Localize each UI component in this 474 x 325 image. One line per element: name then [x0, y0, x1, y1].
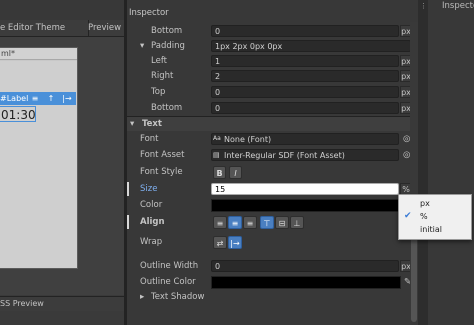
option-label: px — [420, 199, 430, 208]
row-margin-bottom: Bottom 0 px — [127, 23, 418, 39]
uxml-preview-window: ml* — [0, 47, 78, 269]
padding-right-label: Right — [151, 71, 174, 81]
font-label: Font — [140, 134, 159, 144]
text-section-header[interactable]: ▾ Text — [127, 116, 418, 131]
right-panel-edge: ⋮ — [418, 0, 428, 325]
text-shadow-label[interactable]: Text Shadow — [151, 289, 204, 305]
color-label: Color — [140, 200, 163, 210]
outline-color-label: Outline Color — [140, 277, 196, 287]
row-padding-left: Left 1 px — [127, 53, 418, 69]
row-align: Align ≡ ≡ ≡ ⊤ ⊟ ⊥ — [127, 214, 418, 230]
padding-bottom-label: Bottom — [151, 103, 183, 113]
dropdown-option-initial[interactable]: initial — [399, 223, 471, 236]
align-middle-icon[interactable]: ⊟ — [275, 216, 289, 229]
row-outline-color: Outline Color ✎ — [127, 274, 418, 290]
override-marker — [127, 215, 129, 229]
check-icon: ✔ — [404, 211, 412, 221]
chevron-right-icon[interactable]: ▸ — [140, 289, 144, 305]
wrap-label: Wrap — [140, 237, 163, 247]
outline-width-label: Outline Width — [140, 261, 199, 271]
text-section-title: Text — [142, 119, 162, 129]
row-size: Size 15 % — [127, 181, 418, 197]
row-padding-bottom: Bottom 0 px — [127, 100, 418, 116]
font-asset-icon: Aa — [213, 135, 221, 142]
row-padding: ▾ Padding 1px 2px 0px 0px — [127, 38, 418, 54]
right-panel: ⋮ Inspecto — [418, 0, 474, 325]
align-left-icon[interactable]: ≡ — [213, 216, 227, 229]
row-outline-width: Outline Width 0 px — [127, 258, 418, 274]
dropdown-option-px[interactable]: px — [399, 197, 471, 210]
font-file-icon: ▤ — [213, 151, 220, 159]
left-tab-bar: e Editor Theme Preview — [0, 20, 124, 37]
size-field[interactable]: 15 — [211, 183, 399, 195]
outline-width-field[interactable]: 0 — [211, 260, 399, 272]
padding-bottom-field[interactable]: 0 — [211, 102, 399, 114]
padding-left-label: Left — [151, 56, 167, 66]
option-label: % — [420, 212, 428, 221]
inspector-panel: Inspector Bottom 0 px ▾ Padding 1px 2px … — [127, 0, 418, 325]
size-label: Size — [140, 184, 158, 194]
align-bottom-icon[interactable]: ⊥ — [290, 216, 304, 229]
unit-dropdown-menu: px ✔ % initial — [398, 194, 472, 240]
font-asset-field[interactable]: Inter-Regular SDF (Font Asset) — [211, 149, 399, 161]
padding-right-field[interactable]: 2 — [211, 70, 399, 82]
italic-button[interactable]: I — [229, 166, 242, 179]
uss-preview-label[interactable]: SS Preview — [0, 297, 44, 311]
padding-field[interactable]: 1px 2px 0px 0px — [211, 40, 411, 52]
row-font-style: Font Style B I — [127, 164, 418, 180]
inspector-scrollbar[interactable] — [410, 22, 418, 325]
align-label: Align — [140, 217, 165, 227]
outline-color-swatch[interactable] — [211, 276, 401, 289]
margin-bottom-field[interactable]: 0 — [211, 25, 399, 37]
align-lines-icon[interactable]: ≡ — [28, 93, 42, 104]
dropdown-option-percent[interactable]: ✔ % — [399, 210, 471, 223]
wrap-icon[interactable]: ⇄ — [213, 236, 227, 249]
row-wrap: Wrap ⇄ |→ — [127, 234, 418, 250]
padding-label: Padding — [151, 41, 185, 51]
row-text-shadow: ▸ Text Shadow — [127, 289, 418, 305]
arrow-right-bar-icon[interactable]: |→ — [60, 93, 74, 104]
selected-label-toolbar: #Label ≡ ↑ |→ — [0, 92, 76, 105]
row-padding-right: Right 2 px — [127, 68, 418, 84]
selected-element-name: #Label — [0, 94, 29, 103]
chevron-down-icon[interactable]: ▾ — [130, 116, 134, 132]
override-marker — [127, 182, 129, 196]
no-wrap-icon[interactable]: |→ — [228, 236, 242, 249]
row-color: Color — [127, 197, 418, 213]
inspector-title: Inspector — [129, 8, 169, 18]
align-center-icon[interactable]: ≡ — [228, 216, 242, 229]
arrow-up-icon[interactable]: ↑ — [44, 93, 58, 104]
time-label-element[interactable]: 01:30 — [0, 106, 36, 122]
font-asset-label: Font Asset — [140, 150, 185, 160]
right-inspector-title[interactable]: Inspecto — [442, 0, 474, 14]
font-field[interactable]: None (Font) — [211, 133, 399, 145]
padding-top-field[interactable]: 0 — [211, 86, 399, 98]
align-top-icon[interactable]: ⊤ — [260, 216, 274, 229]
padding-left-field[interactable]: 1 — [211, 55, 399, 67]
right-inspector-body: Inspecto — [428, 0, 474, 325]
left-top-strip — [0, 0, 124, 20]
row-font: Font None (Font) Aa ◎ — [127, 131, 418, 147]
left-viewport-panel: e Editor Theme Preview ml* #Label ≡ ↑ |→… — [0, 0, 124, 325]
row-font-asset: Font Asset Inter-Regular SDF (Font Asset… — [127, 147, 418, 163]
tab-preview[interactable]: Preview — [84, 20, 124, 36]
inspector-header: Inspector — [127, 6, 418, 20]
left-bottom-bar: SS Preview — [0, 296, 124, 311]
tab-editor-theme[interactable]: e Editor Theme — [0, 20, 89, 36]
color-swatch[interactable] — [211, 199, 413, 212]
font-style-label: Font Style — [140, 167, 183, 177]
padding-top-label: Top — [151, 87, 166, 97]
more-options-icon[interactable]: ⋮ — [420, 2, 427, 10]
margin-bottom-label: Bottom — [151, 26, 183, 36]
row-padding-top: Top 0 px — [127, 84, 418, 100]
chevron-down-icon[interactable]: ▾ — [140, 38, 144, 54]
option-label: initial — [420, 225, 442, 234]
uxml-window-title: ml* — [0, 48, 77, 60]
bold-button[interactable]: B — [213, 166, 226, 179]
align-right-icon[interactable]: ≡ — [243, 216, 257, 229]
